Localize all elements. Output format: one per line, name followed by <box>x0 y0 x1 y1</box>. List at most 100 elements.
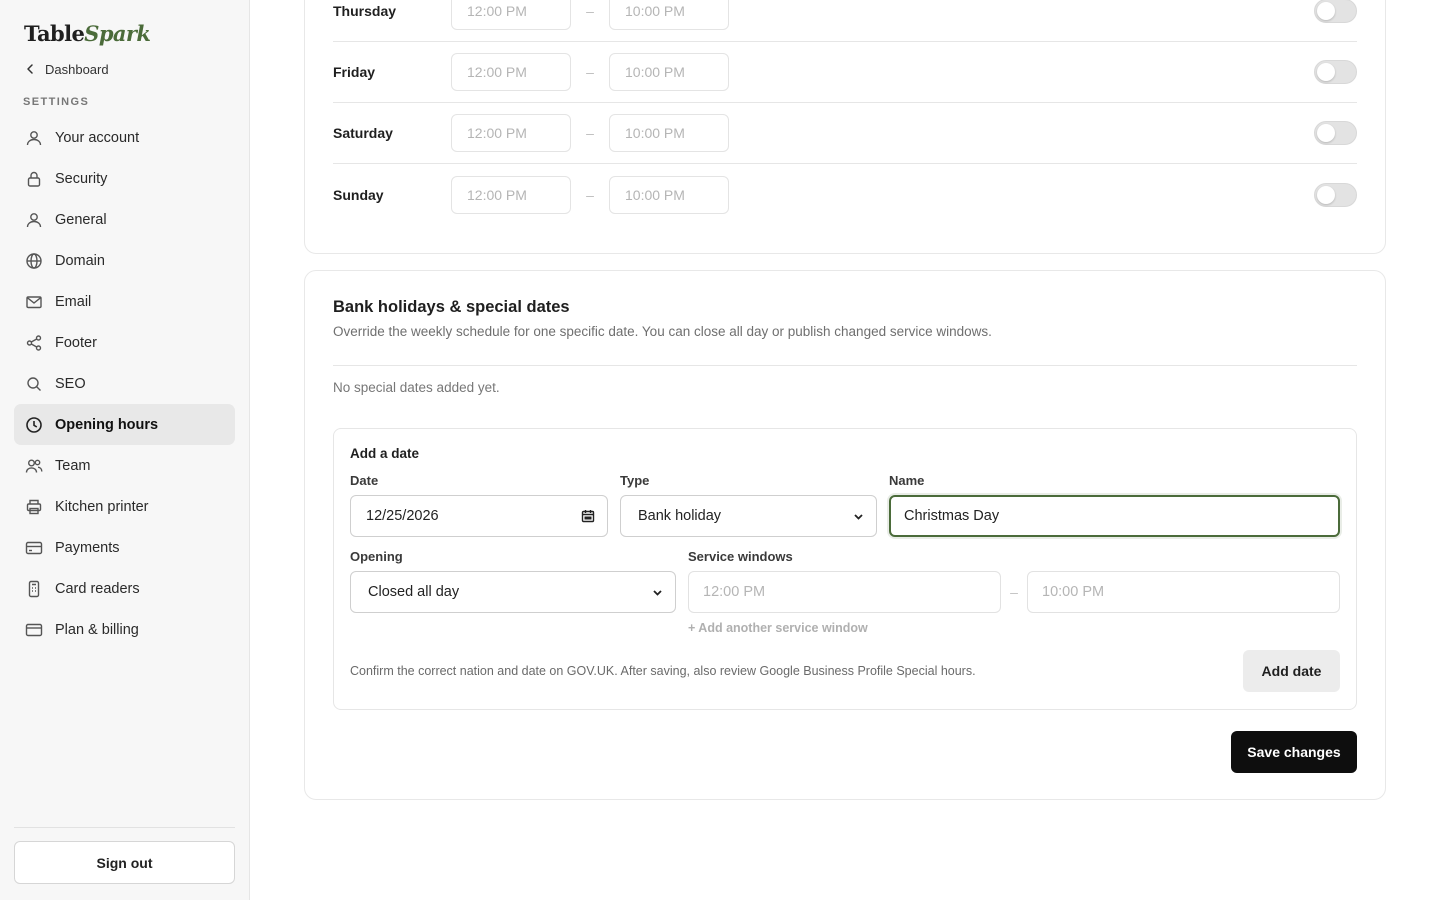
sidebar-item-general[interactable]: General <box>14 199 235 240</box>
close-time-input[interactable]: 10:00 PM <box>609 53 729 91</box>
time-separator: – <box>586 186 594 203</box>
sidebar-item-seo[interactable]: SEO <box>14 363 235 404</box>
open-time-input[interactable]: 12:00 PM <box>451 0 571 30</box>
service-windows-label: Service windows <box>688 549 793 564</box>
sidebar-item-label: Card readers <box>55 580 140 597</box>
add-service-window-link[interactable]: + Add another service window <box>688 621 868 635</box>
tablespark-logo[interactable]: TableSpark <box>24 21 151 46</box>
name-value: Christmas Day <box>904 508 1000 524</box>
open-time-input[interactable]: 12:00 PM <box>451 175 571 214</box>
special-dates-card: Bank holidays & special dates Override t… <box>304 270 1386 800</box>
sidebar-item-label: Your account <box>55 129 140 146</box>
sidebar-item-card-readers[interactable]: Card readers <box>14 568 235 609</box>
billing-card-icon <box>25 623 43 636</box>
sidebar-item-label: Kitchen printer <box>55 498 149 515</box>
chevron-down-icon <box>653 589 662 596</box>
day-name: Saturday <box>333 125 393 141</box>
sidebar-item-security[interactable]: Security <box>14 158 235 199</box>
sidebar-item-label: Security <box>55 170 108 187</box>
sidebar-item-label: Plan & billing <box>55 621 139 638</box>
search-icon <box>27 376 41 391</box>
calendar-icon[interactable] <box>581 509 595 523</box>
settings-nav: Your account Security General Domain Ema… <box>14 117 235 650</box>
share-icon <box>26 334 42 351</box>
sidebar-item-plan-billing[interactable]: Plan & billing <box>14 609 235 650</box>
service-window-end-input[interactable]: 10:00 PM <box>1027 571 1340 613</box>
weekly-hours-card: Thursday 12:00 PM – 10:00 PM Friday 12:0… <box>304 0 1386 254</box>
type-label: Type <box>620 473 650 488</box>
lock-icon <box>27 171 41 187</box>
name-input[interactable]: Christmas Day <box>889 495 1340 537</box>
sidebar-item-label: Opening hours <box>55 416 159 433</box>
type-value: Bank holiday <box>638 508 722 524</box>
time-separator: – <box>586 3 594 19</box>
globe-icon <box>26 252 42 269</box>
opening-select[interactable]: Closed all day <box>350 571 676 613</box>
section-divider <box>333 365 1357 366</box>
date-label: Date <box>350 473 379 488</box>
day-name: Thursday <box>333 3 397 19</box>
opening-label: Opening <box>350 549 403 564</box>
name-label: Name <box>889 473 925 488</box>
mail-icon <box>26 295 42 308</box>
sidebar-item-payments[interactable]: Payments <box>14 527 235 568</box>
empty-state-text: No special dates added yet. <box>333 380 500 395</box>
user-icon <box>26 212 42 227</box>
special-dates-title: Bank holidays & special dates <box>333 298 570 316</box>
clock-icon <box>26 416 42 433</box>
open-time-input[interactable]: 12:00 PM <box>451 53 571 91</box>
sidebar-item-footer[interactable]: Footer <box>14 322 235 363</box>
opening-value: Closed all day <box>368 584 460 600</box>
back-link-label: Dashboard <box>45 61 109 77</box>
add-date-form: Add a date Date 12/25/2026 Type Bank hol… <box>333 428 1357 710</box>
sidebar-item-email[interactable]: Email <box>14 281 235 322</box>
sidebar-item-label: General <box>55 211 107 228</box>
settings-section-label: SETTINGS <box>23 96 90 108</box>
sidebar-item-kitchen-printer[interactable]: Kitchen printer <box>14 486 235 527</box>
sidebar-item-domain[interactable]: Domain <box>14 240 235 281</box>
back-to-dashboard-link[interactable]: Dashboard <box>24 58 109 80</box>
sidebar-item-opening-hours[interactable]: Opening hours <box>14 404 235 445</box>
credit-card-icon <box>25 541 43 554</box>
service-window-start-input[interactable]: 12:00 PM <box>688 571 1001 613</box>
sidebar-item-label: Payments <box>55 539 120 556</box>
user-icon <box>26 130 42 145</box>
add-date-form-title: Add a date <box>350 446 420 461</box>
sidebar-item-label: Footer <box>55 334 97 351</box>
open-time-input[interactable]: 12:00 PM <box>451 114 571 152</box>
toggle-knob <box>1317 124 1335 142</box>
settings-sidebar: TableSpark Dashboard SETTINGS Your accou… <box>0 0 250 900</box>
day-enabled-toggle[interactable] <box>1314 121 1357 145</box>
date-input[interactable]: 12/25/2026 <box>350 495 608 537</box>
day-enabled-toggle[interactable] <box>1314 60 1357 84</box>
special-dates-description: Override the weekly schedule for one spe… <box>333 324 992 339</box>
sidebar-item-label: SEO <box>55 375 86 392</box>
toggle-knob <box>1317 185 1335 204</box>
add-date-button[interactable]: Add date <box>1243 650 1340 692</box>
printer-icon <box>26 499 42 514</box>
day-row-thursday: Thursday 12:00 PM – 10:00 PM <box>333 0 1357 42</box>
close-time-input[interactable]: 10:00 PM <box>609 0 729 30</box>
day-name: Sunday <box>333 186 384 203</box>
confirm-note-text: Confirm the correct nation and date on G… <box>350 664 976 678</box>
type-select[interactable]: Bank holiday <box>620 495 877 537</box>
sign-out-button[interactable]: Sign out <box>14 841 235 884</box>
sidebar-item-team[interactable]: Team <box>14 445 235 486</box>
sidebar-item-label: Domain <box>55 252 105 269</box>
chevron-left-icon <box>27 64 33 74</box>
time-separator: – <box>586 125 594 141</box>
day-name: Friday <box>333 64 376 80</box>
day-enabled-toggle[interactable] <box>1314 182 1357 207</box>
day-enabled-toggle[interactable] <box>1314 0 1357 23</box>
date-value: 12/25/2026 <box>366 508 439 524</box>
window-separator: – <box>1010 584 1018 600</box>
sidebar-divider <box>14 827 235 828</box>
window-start-value: 12:00 PM <box>703 584 766 600</box>
close-time-input[interactable]: 10:00 PM <box>609 114 729 152</box>
sidebar-item-your-account[interactable]: Your account <box>14 117 235 158</box>
save-changes-button[interactable]: Save changes <box>1231 731 1357 773</box>
logo-text-plain: Table <box>24 21 85 46</box>
close-time-input[interactable]: 10:00 PM <box>609 175 729 214</box>
day-row-friday: Friday 12:00 PM – 10:00 PM <box>333 42 1357 103</box>
window-end-value: 10:00 PM <box>1042 584 1105 600</box>
